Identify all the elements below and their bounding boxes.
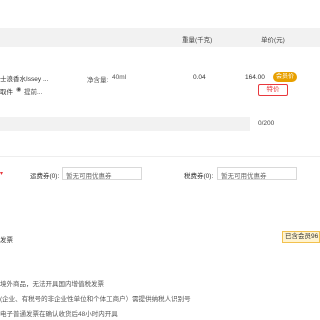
- special-price-button[interactable]: 特价: [258, 84, 288, 96]
- product-weight: 0.04: [193, 74, 206, 81]
- tax-coupon-label: 税费券(0):: [184, 173, 214, 180]
- invoice-note-3: 电子普通发票在确认收货后48小时内开具: [0, 311, 118, 318]
- product-name-link[interactable]: 士浪香水Issey ...: [0, 73, 48, 83]
- product-price: 164.00: [245, 74, 265, 81]
- chevron-down-icon[interactable]: ▾: [0, 170, 3, 177]
- product-volume-value: 40ml: [112, 74, 127, 81]
- promo-link[interactable]: 提前...: [24, 86, 42, 96]
- order-note-input[interactable]: [0, 117, 250, 131]
- product-volume-label: 净含量:: [87, 77, 109, 84]
- member-price-badge: 会员价: [273, 72, 298, 82]
- lock-icon: ◉: [16, 87, 22, 93]
- divider: [0, 156, 320, 157]
- tax-included-badge: 已含会员96: [282, 231, 320, 243]
- note-char-counter: 0/200: [258, 120, 275, 127]
- invoice-label: 发票: [0, 237, 13, 244]
- shipping-coupon-value: 暂无可用优惠券: [66, 173, 112, 180]
- invoice-note-2: (企业、有税号的非企业性单位和个体工商户）需提供纳税人识别号: [0, 296, 191, 303]
- shipping-coupon-label: 运费券(0):: [30, 173, 60, 180]
- column-header-weight: 重量(千克): [182, 37, 213, 44]
- tax-coupon-value: 暂无可用优惠券: [221, 173, 267, 180]
- column-header-unit-price: 单价(元): [261, 37, 285, 44]
- invoice-note-1: 境外商品，无法开具国内增值税发票: [0, 281, 104, 288]
- cancel-link[interactable]: 取件: [0, 86, 13, 96]
